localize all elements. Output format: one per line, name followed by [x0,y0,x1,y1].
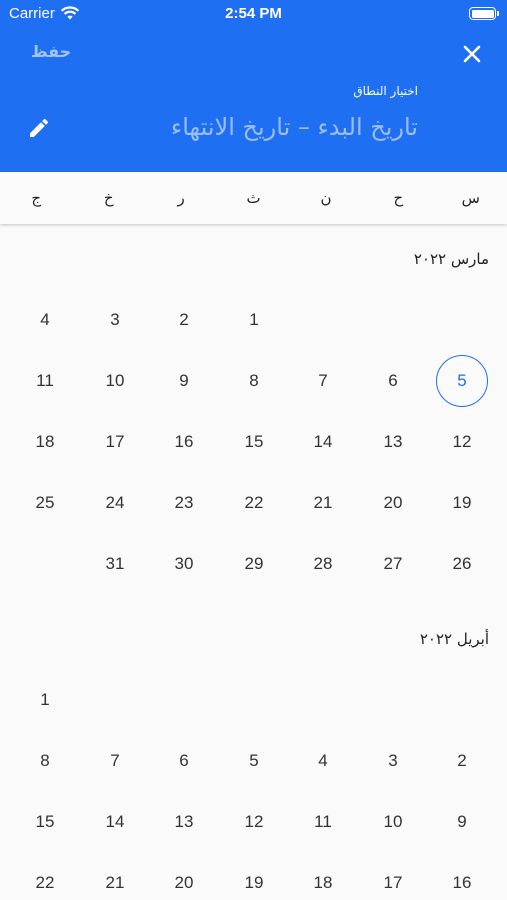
weekday-label: ح [393,189,404,207]
day-cell[interactable]: 9 [158,355,210,407]
day-cell[interactable]: 6 [367,355,419,407]
day-cell[interactable]: 22 [228,477,280,529]
status-bar: Carrier 2:54 PM [0,0,507,28]
day-cell[interactable]: 2 [436,735,488,787]
day-cell[interactable]: 20 [158,857,210,900]
day-cell[interactable]: 8 [228,355,280,407]
day-cell[interactable]: 19 [228,857,280,900]
day-cell[interactable]: 20 [367,477,419,529]
weekday-label: ر [177,189,185,207]
day-cell[interactable]: 27 [367,538,419,590]
day-cell[interactable]: 7 [297,355,349,407]
day-cell[interactable]: 6 [158,735,210,787]
day-cell[interactable]: 9 [436,796,488,848]
day-cell[interactable]: 3 [367,735,419,787]
range-picker-subtitle: اختيار النطاق [353,84,418,98]
month-title: أبريل ٢٠٢٢ [419,630,489,648]
day-cell[interactable]: 23 [158,477,210,529]
day-cell[interactable]: 3 [89,294,141,346]
weekday-label: خ [103,189,114,207]
status-time: 2:54 PM [225,5,282,22]
day-cell[interactable]: 24 [89,477,141,529]
save-button[interactable]: حفظ [31,42,71,61]
day-cell[interactable]: 8 [19,735,71,787]
selected-range-label: تاريخ البدء – تاريخ الانتهاء [170,113,418,141]
day-cell[interactable]: 2 [158,294,210,346]
day-cell[interactable]: 12 [228,796,280,848]
day-cell[interactable]: 15 [19,796,71,848]
day-cell[interactable]: 17 [89,416,141,468]
day-cell[interactable]: 13 [367,416,419,468]
day-cell[interactable]: 18 [19,416,71,468]
day-cell[interactable]: 4 [297,735,349,787]
day-cell-today[interactable]: 5 [436,355,488,407]
battery-icon [469,7,499,20]
edit-button[interactable] [27,116,51,140]
day-cell[interactable]: 19 [436,477,488,529]
weekday-row: سحنثرخج [0,172,507,224]
day-cell[interactable]: 12 [436,416,488,468]
day-cell[interactable]: 14 [89,796,141,848]
day-cell[interactable]: 21 [297,477,349,529]
day-cell[interactable]: 16 [158,416,210,468]
day-cell[interactable]: 10 [367,796,419,848]
day-cell[interactable]: 14 [297,416,349,468]
pencil-icon [30,118,49,137]
day-cell[interactable]: 4 [19,294,71,346]
day-cell[interactable]: 18 [297,857,349,900]
day-cell[interactable]: 1 [228,294,280,346]
day-cell[interactable]: 7 [89,735,141,787]
close-icon [463,45,481,63]
close-button[interactable] [460,42,484,66]
day-cell[interactable]: 21 [89,857,141,900]
weekday-label: ث [246,189,261,207]
day-cell[interactable]: 1 [19,674,71,726]
weekday-label: ج [31,189,42,207]
day-cell[interactable]: 10 [89,355,141,407]
day-cell[interactable]: 13 [158,796,210,848]
weekday-label: ن [320,189,332,207]
weekday-label: س [461,189,480,207]
day-cell[interactable]: 26 [436,538,488,590]
day-cell[interactable]: 31 [89,538,141,590]
day-cell[interactable]: 16 [436,857,488,900]
day-cell[interactable]: 15 [228,416,280,468]
day-cell[interactable]: 17 [367,857,419,900]
month-title: مارس ٢٠٢٢ [413,250,489,268]
day-cell[interactable]: 11 [19,355,71,407]
day-cell[interactable]: 5 [228,735,280,787]
day-cell[interactable]: 22 [19,857,71,900]
day-cell[interactable]: 11 [297,796,349,848]
day-cell[interactable]: 28 [297,538,349,590]
day-cell[interactable]: 30 [158,538,210,590]
day-cell[interactable]: 25 [19,477,71,529]
app-header: Carrier 2:54 PM حفظ اختيار النطاق تاريخ … [0,0,507,172]
day-cell[interactable]: 29 [228,538,280,590]
